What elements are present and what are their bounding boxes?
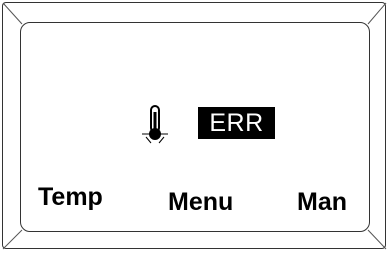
softkey-temp[interactable]: Temp	[38, 182, 103, 212]
thermometer-icon	[142, 105, 168, 144]
error-badge: ERR	[198, 107, 275, 139]
softkey-man[interactable]: Man	[297, 187, 347, 217]
status-indicator: ERR	[140, 104, 280, 144]
softkey-menu[interactable]: Menu	[168, 187, 233, 217]
